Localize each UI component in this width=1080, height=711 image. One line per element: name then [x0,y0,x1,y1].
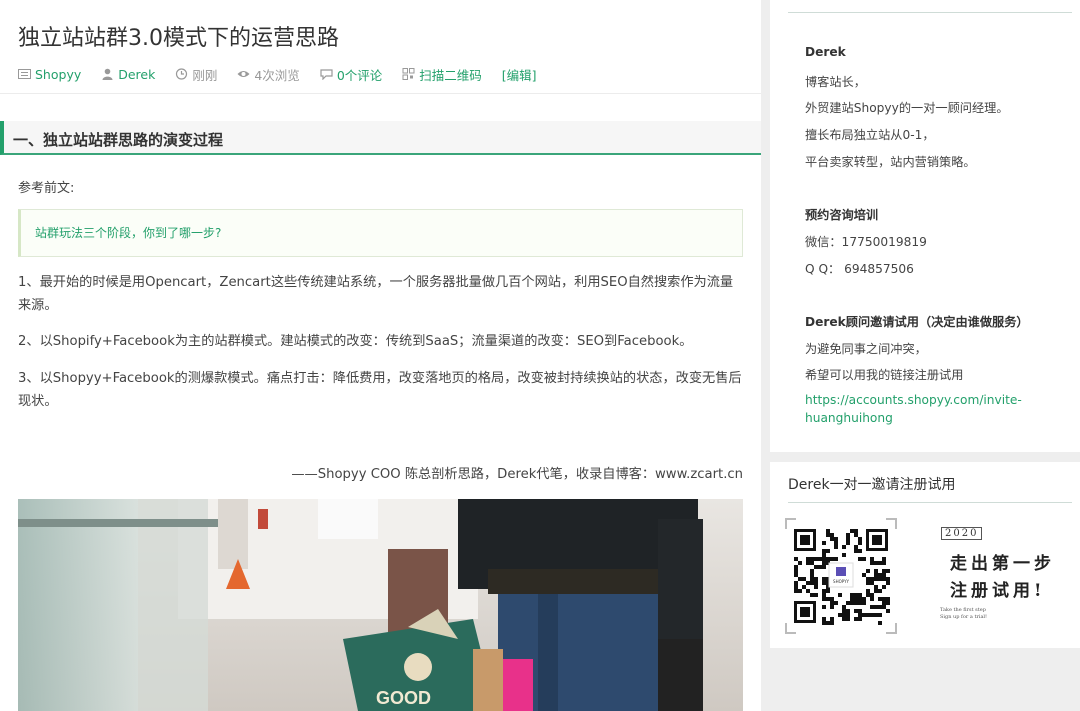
list-icon [18,69,31,79]
invite-line-1: 为避免同事之间冲突， [805,342,927,356]
article-title: 独立站站群3.0模式下的运营思路 [18,26,339,51]
consult-qq: Q Q： 694857506 [805,262,914,276]
meta-views: 4次浏览 [237,65,300,84]
meta-category-label: Shopyy [35,66,82,82]
invite-widget-heading: Derek一对一邀请注册试用 [788,477,956,493]
sidebar-invite-widget: Derek一对一邀请注册试用 SHOPYY 2020 走出第一步 注册试用! T… [770,462,1080,648]
poster-line-1: 走出第一步 [950,554,1055,574]
meta-qrcode[interactable]: 扫描二维码 [402,65,482,84]
poster-line-2: 注册试用! [950,581,1046,601]
invite-widget-divider [788,502,1072,503]
meta-divider [0,93,761,94]
paragraph-2: 2、以Shopify+Facebook为主的站群模式。建站模式的改变：传统到Sa… [18,334,693,349]
qrcode-icon [402,68,415,80]
section-heading-text: 一、独立站站群思路的演变过程 [13,131,224,149]
shopping-photo: GOOD [18,499,743,711]
meta-time: 刚刚 [175,65,217,84]
meta-author[interactable]: Derek [101,67,155,82]
poster-english-1: Take the first step [940,607,986,613]
qr-code-graphic: SHOPYY [785,518,897,634]
poster-english-2: Sign up for a trial! [940,614,988,620]
consult-wechat: 微信：17750019819 [805,235,927,249]
poster-year: 2020 [941,527,983,540]
profile-line-3: 擅长布局独立站从0-1， [805,128,935,142]
profile-line-4: 平台卖家转型，站内营销策略。 [805,155,976,169]
svg-text:GOOD: GOOD [376,688,431,708]
invite-qr-code: SHOPYY [784,517,898,635]
profile-line-2: 外贸建站Shopyy的一对一顾问经理。 [805,101,1009,115]
widget-top-divider [788,12,1072,13]
profile-line-1: 博客站长， [805,75,866,89]
poster-english: Take the first step Sign up for a trial! [940,607,987,621]
meta-time-label: 刚刚 [192,67,218,83]
paragraph-1: 1、最开始的时候是用Opencart，Zencart这些传统建站系统，一个服务器… [18,275,734,313]
profile-name: Derek [805,45,846,59]
article-meta: Shopyy Derek 刚刚 4次浏览 0个评论 扫描二维码 [编辑] [18,65,557,84]
meta-views-label: 4次浏览 [254,67,300,83]
meta-comments[interactable]: 0个评论 [320,65,382,84]
article-main: 独立站站群3.0模式下的运营思路 Shopyy Derek 刚刚 4次浏览 0个… [0,0,761,711]
reference-quote: 站群玩法三个阶段，你到了哪一步? [18,209,743,257]
meta-category[interactable]: Shopyy [18,67,81,82]
invite-line-2: 希望可以用我的链接注册试用 [805,368,964,382]
user-icon [102,68,113,80]
meta-qrcode-label: 扫描二维码 [419,67,482,83]
article-signature: ——Shopyy COO 陈总剖析思路，Derek代笔，收录自博客：www.zc… [291,467,743,482]
meta-edit[interactable]: [编辑] [502,65,537,84]
eye-icon [237,71,250,77]
clock-icon [176,68,188,80]
reference-quote-link[interactable]: 站群玩法三个阶段，你到了哪一步? [35,224,221,241]
sidebar-profile-widget: Derek 博客站长， 外贸建站Shopyy的一对一顾问经理。 擅长布局独立站从… [770,0,1080,452]
qr-brand-label: SHOPYY [833,579,849,584]
invite-poster: 2020 走出第一步 注册试用! Take the first step Sig… [938,525,1078,635]
article-photo: GOOD [18,499,743,711]
meta-comments-label: 0个评论 [336,67,383,83]
comment-icon [320,69,333,80]
meta-edit-label: [编辑] [501,67,537,83]
invite-link[interactable]: https://accounts.shopyy.com/invite-huang… [805,391,1045,427]
consult-title: 预约咨询培训 [805,208,879,222]
invite-title: Derek顾问邀请试用（决定由谁做服务） [805,315,1029,329]
reference-label: 参考前文: [18,181,75,196]
paragraph-3: 3、以Shopyy+Facebook的测爆款模式。痛点打击：降低费用，改变落地页… [18,371,742,409]
meta-author-label: Derek [118,66,156,82]
section-heading: 一、独立站站群思路的演变过程 [0,121,761,155]
